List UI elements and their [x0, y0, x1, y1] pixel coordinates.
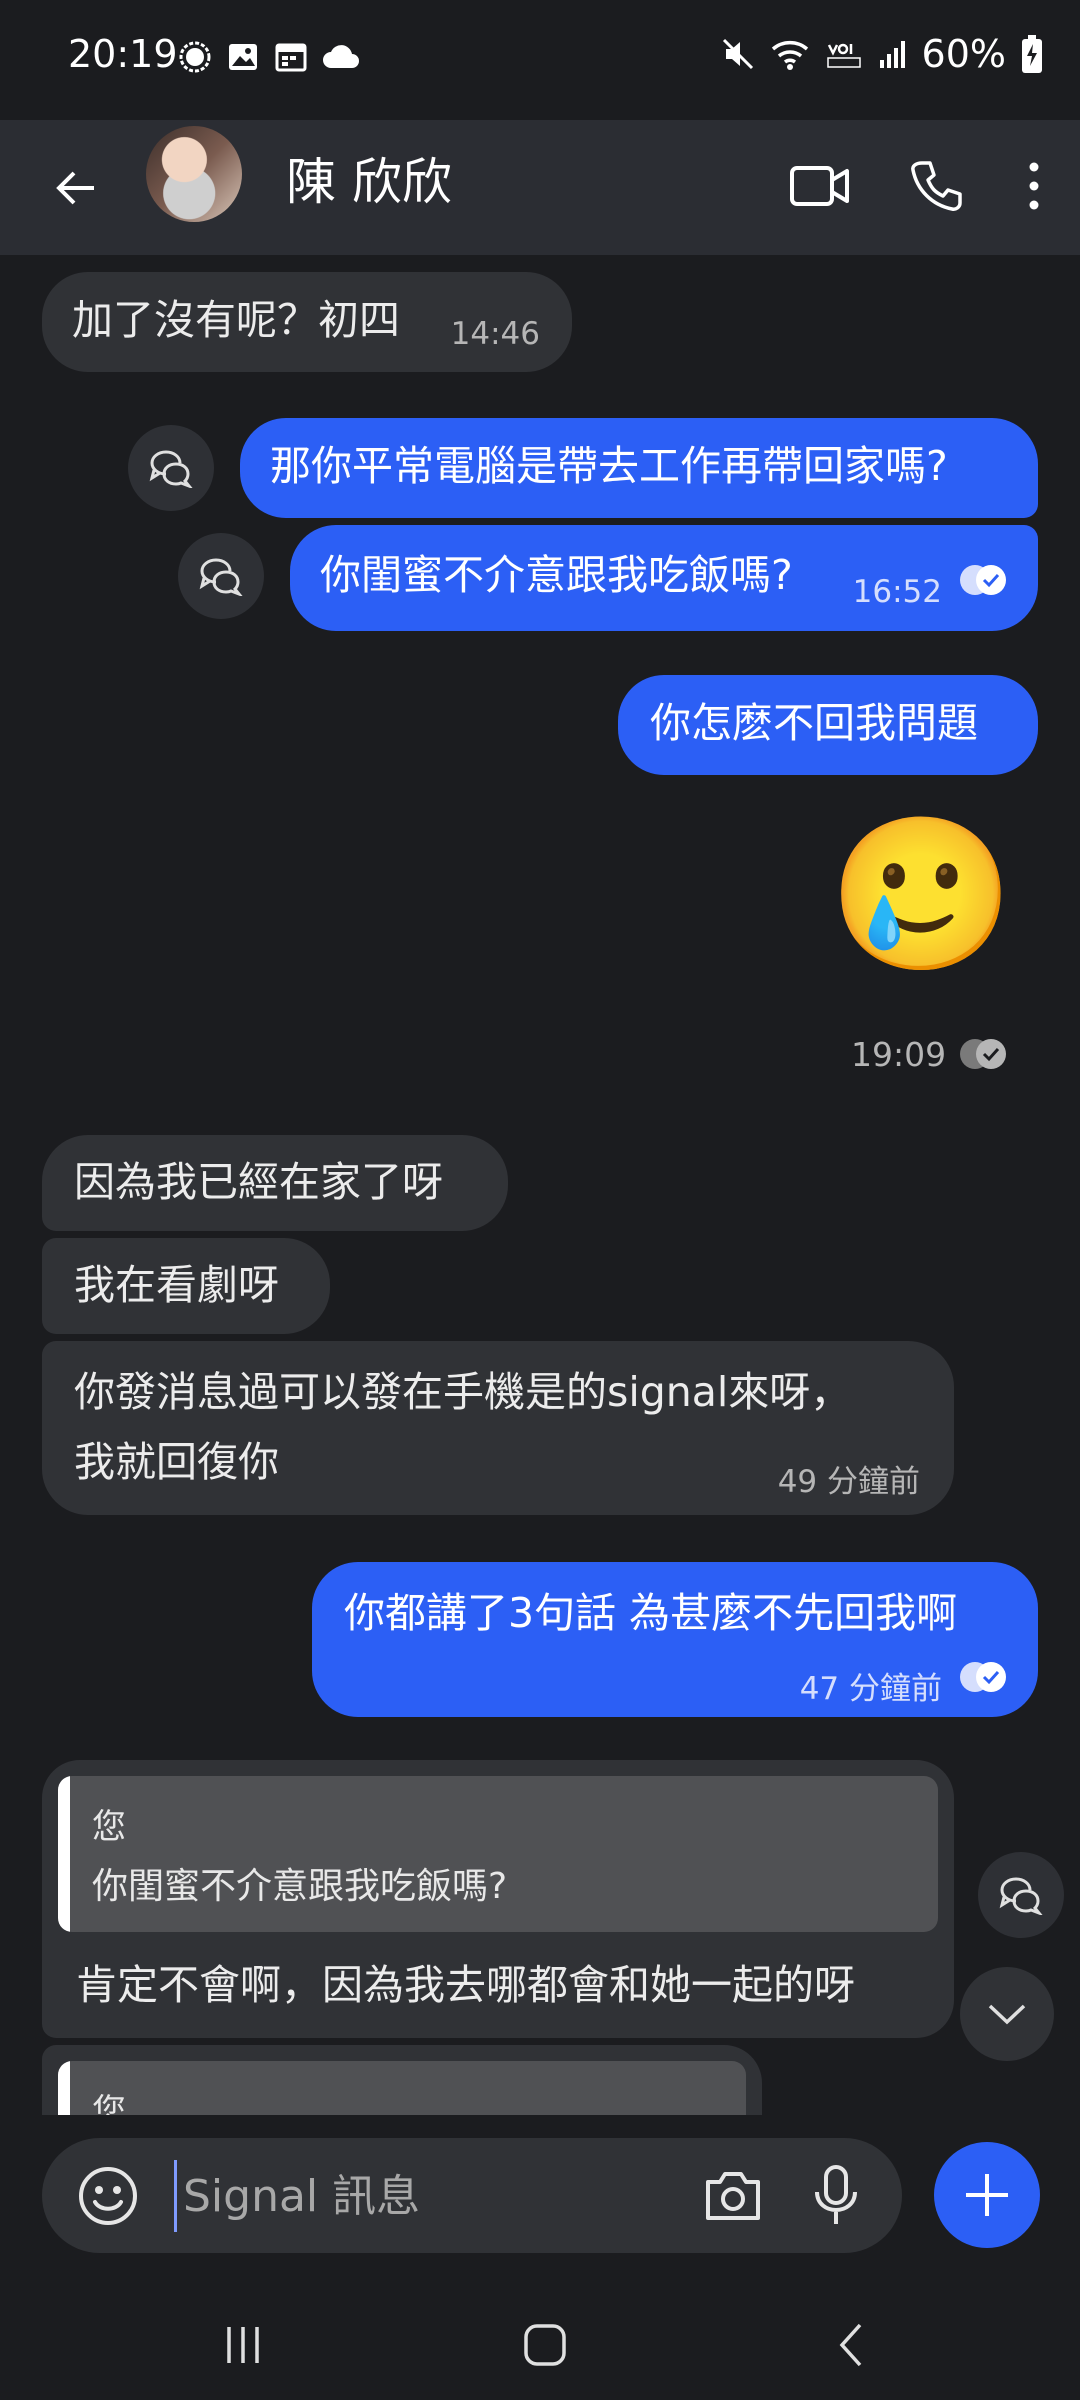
- reaction-button[interactable]: [178, 533, 264, 619]
- emoji-content: 🥲: [828, 808, 1015, 982]
- message-time: 49 分鐘前: [777, 1464, 920, 1500]
- video-camera-icon: [790, 166, 849, 206]
- mute-icon: [722, 38, 753, 70]
- message-list[interactable]: 加了沒有呢？初四 14:46 那你平常電腦是帶去工作再帶回家嗎? 你閨蜜不介意跟…: [0, 255, 1080, 2115]
- message-text: 你都講了3句話 為甚麼不先回我啊: [344, 1589, 958, 1637]
- quote-text: 你閨蜜不介意跟我吃飯嗎?: [92, 1866, 508, 1907]
- emoji-message[interactable]: 🥲: [820, 805, 1020, 995]
- message-time: 16:52: [852, 574, 942, 610]
- arrow-back-icon: [56, 171, 94, 205]
- chat-bubbles-icon: [199, 558, 243, 596]
- message-text: 那你平常電腦是帶去工作再帶回家嗎?: [270, 442, 948, 490]
- message-text: 加了沒有呢？初四: [72, 296, 400, 344]
- recent-apps-button[interactable]: [198, 2310, 288, 2380]
- chat-bubbles-icon: [999, 1877, 1043, 1915]
- message-bubble-incoming[interactable]: 您: [42, 2045, 762, 2115]
- delivered-checks-icon: [960, 565, 1006, 595]
- system-back-button[interactable]: [806, 2310, 896, 2380]
- message-bubble-incoming[interactable]: 加了沒有呢？初四 14:46: [42, 272, 572, 372]
- battery-charging-icon: [1022, 35, 1042, 73]
- composer-pill: [42, 2138, 902, 2253]
- message-bubble-outgoing[interactable]: 你怎麽不回我問題: [618, 675, 1038, 775]
- status-time: 20:19: [68, 32, 178, 76]
- notification-icons: [178, 40, 360, 74]
- contact-avatar[interactable]: [146, 126, 242, 222]
- voice-call-button[interactable]: [898, 148, 974, 224]
- message-text: 你怎麽不回我問題: [650, 699, 978, 747]
- status-bar: 20:19 60%: [0, 0, 1080, 120]
- recents-icon: [227, 2327, 259, 2363]
- microphone-icon[interactable]: [812, 2164, 860, 2226]
- reaction-button[interactable]: [978, 1852, 1064, 1938]
- message-input[interactable]: [174, 2160, 725, 2232]
- more-vert-icon: [1029, 162, 1039, 210]
- back-button[interactable]: [36, 148, 116, 228]
- message-time: 14:46: [450, 316, 540, 352]
- home-icon: [524, 2324, 566, 2366]
- quote-author: 您: [92, 2092, 126, 2115]
- message-bubble-outgoing[interactable]: 你都講了3句話 為甚麼不先回我啊 47 分鐘前: [312, 1562, 1038, 1717]
- message-text: 我在看劇呀: [74, 1261, 279, 1309]
- system-navigation-bar: [0, 2290, 1080, 2400]
- message-text: 你閨蜜不介意跟我吃飯嗎?: [320, 551, 793, 599]
- quoted-message[interactable]: 您: [58, 2061, 746, 2115]
- signal-app-icon: [179, 41, 211, 73]
- conversation-header: 陳 欣欣: [0, 120, 1080, 255]
- plus-icon: [966, 2174, 1008, 2216]
- attach-button[interactable]: [934, 2142, 1040, 2248]
- message-text-line: 你發消息過可以發在手機是的signal來呀，: [74, 1368, 852, 1416]
- chat-bubbles-icon: [149, 450, 193, 488]
- message-composer: [0, 2115, 1080, 2290]
- message-text: 因為我已經在家了呀: [74, 1158, 443, 1206]
- delivered-checks-icon: [960, 1039, 1006, 1069]
- header-actions: [782, 148, 1054, 224]
- overflow-menu-button[interactable]: [1014, 148, 1054, 224]
- calendar-icon: [275, 43, 307, 72]
- quoted-message[interactable]: 您 你閨蜜不介意跟我吃飯嗎?: [58, 1776, 938, 1932]
- chevron-left-icon: [839, 2323, 862, 2367]
- message-bubble-incoming[interactable]: 因為我已經在家了呀: [42, 1135, 508, 1231]
- contact-name[interactable]: 陳 欣欣: [286, 142, 452, 214]
- message-bubble-incoming[interactable]: 我在看劇呀: [42, 1238, 330, 1334]
- video-call-button[interactable]: [782, 148, 858, 224]
- delivered-checks-icon: [960, 1662, 1006, 1692]
- message-bubble-incoming[interactable]: 你發消息過可以發在手機是的signal來呀， 我就回復你 49 分鐘前: [42, 1341, 954, 1515]
- phone-icon: [911, 161, 962, 211]
- camera-icon[interactable]: [702, 2168, 764, 2224]
- quote-author: 您: [92, 1807, 126, 1847]
- volte-icon: [826, 43, 861, 68]
- battery-percent: 60%: [921, 32, 1006, 76]
- message-text: 肯定不會啊，因為我去哪都會和她一起的呀: [76, 1961, 855, 2009]
- system-status-icons: 60%: [720, 32, 1044, 76]
- gallery-icon: [229, 44, 257, 70]
- message-bubble-outgoing[interactable]: 你閨蜜不介意跟我吃飯嗎? 16:52: [290, 525, 1038, 631]
- chevron-down-icon: [988, 2004, 1026, 2025]
- cell-signal-icon: [879, 41, 905, 68]
- cloud-icon: [323, 45, 359, 68]
- message-time: 47 分鐘前: [799, 1671, 942, 1707]
- emoji-picker-icon[interactable]: [76, 2164, 140, 2228]
- message-bubble-outgoing[interactable]: 那你平常電腦是帶去工作再帶回家嗎?: [240, 418, 1038, 518]
- reaction-button[interactable]: [128, 425, 214, 511]
- scroll-to-bottom-button[interactable]: [960, 1967, 1054, 2061]
- home-button[interactable]: [500, 2310, 590, 2380]
- message-bubble-incoming[interactable]: 您 你閨蜜不介意跟我吃飯嗎? 肯定不會啊，因為我去哪都會和她一起的呀: [42, 1760, 954, 2038]
- wifi-icon: [771, 41, 808, 70]
- message-time: 19:09: [851, 1035, 947, 1074]
